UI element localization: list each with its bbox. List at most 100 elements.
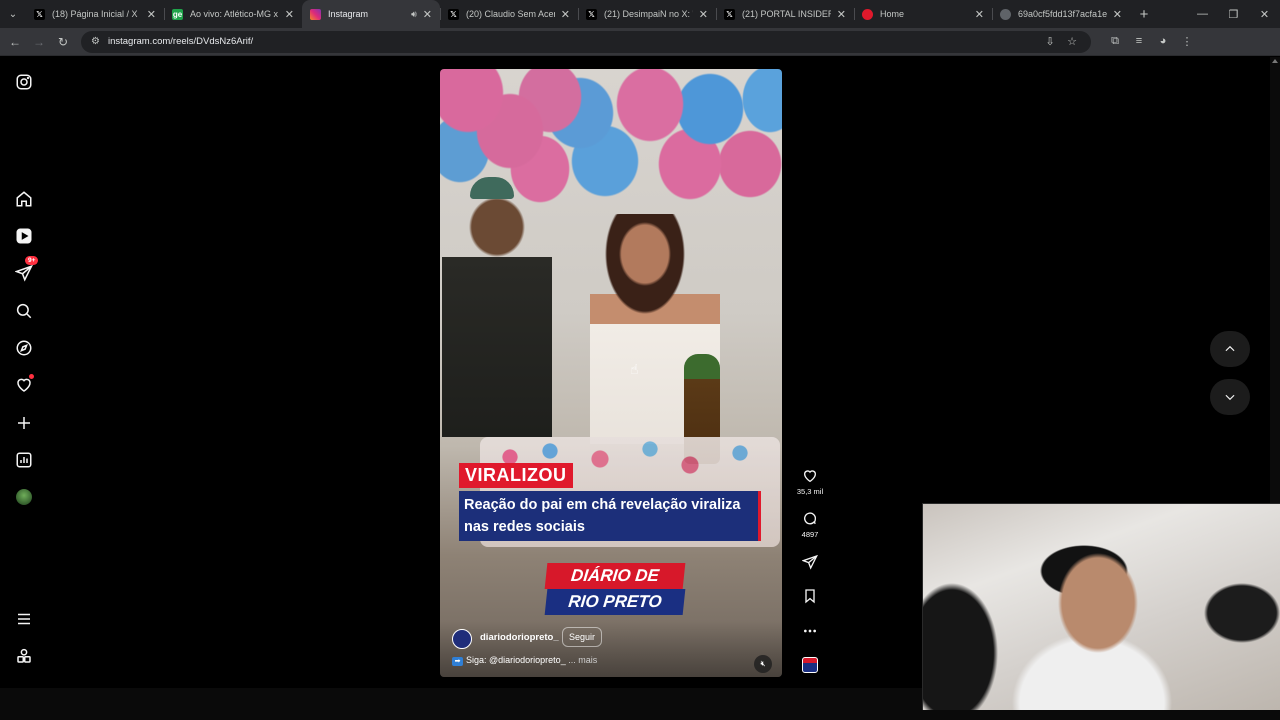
sidebar-nav: 9+ (0, 57, 48, 688)
also-from-meta-icon[interactable] (13, 645, 35, 667)
tab-label: (18) Página Inicial / X (52, 9, 138, 19)
tab-desimpain[interactable]: 𝕏 (21) DesimpaiN no X: "a n ✕ (578, 0, 716, 28)
audio-thumbnail (802, 657, 818, 673)
browser-menu-icon[interactable]: ⋮ (1175, 35, 1199, 48)
avatar (16, 489, 32, 505)
reel-video[interactable]: VIRALIZOU Reação do pai em chá revelação… (440, 69, 782, 677)
previous-reel-button[interactable] (1210, 331, 1250, 367)
search-icon[interactable] (13, 300, 35, 322)
dashboard-icon[interactable] (13, 449, 35, 471)
share-icon (802, 554, 818, 570)
notification-dot (29, 374, 34, 379)
brand-line-2: RIO PRETO (544, 589, 686, 615)
arrow-right-emoji-icon: ➡ (452, 657, 463, 666)
webcam-overlay (922, 503, 1280, 710)
comment-count: 4897 (801, 530, 819, 539)
mute-icon[interactable]: 🔇︎ (754, 655, 772, 673)
tab-home-x[interactable]: 𝕏 (18) Página Inicial / X ✕ (26, 0, 164, 28)
tab-label: Ao vivo: Atlético-MG x Int (190, 9, 279, 19)
back-button[interactable]: ← (3, 35, 27, 49)
ge-logo-icon: ge (172, 8, 183, 20)
close-icon[interactable]: ✕ (699, 8, 708, 21)
x-logo-icon: 𝕏 (448, 8, 459, 20)
tab-label: Instagram (328, 9, 369, 19)
tab-label: (21) PORTAL INSIDER no X (742, 9, 831, 19)
save-button[interactable] (790, 588, 830, 604)
window-controls: — ❐ ✕ (1187, 8, 1280, 21)
tab-hash[interactable]: 69a0cf5fdd13f7acfa1ebb ✕ (992, 0, 1130, 28)
close-icon[interactable]: ✕ (1113, 8, 1122, 21)
account-avatar[interactable] (452, 629, 472, 649)
more-options-button[interactable] (790, 623, 830, 639)
new-tab-button[interactable]: + (1130, 6, 1158, 23)
messages-badge: 9+ (25, 256, 39, 265)
x-logo-icon: 𝕏 (724, 8, 735, 20)
close-icon[interactable]: ✕ (285, 8, 294, 21)
tab-claudio[interactable]: 𝕏 (20) Claudio Sem Acento ✕ (440, 0, 578, 28)
restore-icon[interactable]: ❐ (1218, 8, 1249, 21)
close-icon[interactable]: ✕ (561, 8, 570, 21)
create-icon[interactable] (13, 412, 35, 434)
reload-button[interactable]: ↻ (51, 35, 75, 49)
globe-icon (1000, 8, 1011, 20)
address-bar[interactable]: ⚙ instagram.com/reels/DVdsNz6Arif/ ⇩ ☆ (81, 30, 1091, 53)
tab-home[interactable]: Home ✕ (854, 0, 992, 28)
home-icon[interactable] (13, 188, 35, 210)
comment-icon (804, 512, 817, 525)
tab-atletico[interactable]: ge Ao vivo: Atlético-MG x Int ✕ (164, 0, 302, 28)
account-name[interactable]: diariodoriopreto_ (480, 632, 559, 643)
tab-search-chevron-icon[interactable]: ⌄ (0, 0, 26, 28)
tab-label: Home (880, 9, 905, 19)
url-text: instagram.com/reels/DVdsNz6Arif/ (107, 36, 254, 47)
x-logo-icon: 𝕏 (586, 8, 597, 20)
x-logo-icon: 𝕏 (34, 8, 45, 20)
red-logo-icon (862, 8, 873, 20)
reels-icon[interactable] (13, 225, 35, 247)
tab-label: (20) Claudio Sem Acento (466, 9, 555, 19)
mouse-cursor-icon: ☝ (630, 361, 639, 377)
comment-button[interactable]: 4897 (790, 511, 830, 539)
tab-label: 69a0cf5fdd13f7acfa1ebb (1018, 9, 1107, 19)
explore-icon[interactable] (13, 337, 35, 359)
video-person-man (442, 187, 552, 437)
site-info-icon[interactable]: ⚙ (91, 36, 100, 47)
close-icon[interactable]: ✕ (975, 8, 984, 21)
caption-text: Siga: @diariodoriopreto_ (466, 655, 566, 665)
minimize-icon[interactable]: — (1187, 8, 1218, 21)
media-controls-icon[interactable]: ≡ (1127, 35, 1151, 48)
like-button[interactable]: 35,3 mil (790, 468, 830, 496)
heart-icon (803, 470, 817, 483)
bookmark-icon (805, 589, 815, 604)
install-app-icon[interactable]: ⇩ (1039, 35, 1061, 48)
browser-toolbar: ← → ↻ ⚙ instagram.com/reels/DVdsNz6Arif/… (0, 28, 1280, 56)
next-reel-button[interactable] (1210, 379, 1250, 415)
close-icon[interactable]: ✕ (837, 8, 846, 21)
original-audio-button[interactable] (790, 657, 830, 673)
caption-more[interactable]: ... mais (568, 655, 597, 665)
brand-logo: DIÁRIO DE RIO PRETO (544, 563, 686, 615)
tab-instagram[interactable]: Instagram 🔊︎ ✕ (302, 0, 440, 28)
notifications-icon[interactable] (13, 374, 35, 396)
viral-tag: VIRALIZOU (459, 463, 573, 488)
reel-caption[interactable]: ➡ Siga: @diariodoriopreto_ ... mais (452, 655, 597, 666)
tab-portal-insider[interactable]: 𝕏 (21) PORTAL INSIDER no X ✕ (716, 0, 854, 28)
bookmark-star-icon[interactable]: ☆ (1061, 35, 1083, 48)
profile-icon[interactable]: ◕ (1151, 35, 1175, 48)
extensions-icon[interactable]: ⧉ (1103, 35, 1127, 48)
profile-avatar[interactable] (13, 486, 35, 508)
instagram-logo-icon[interactable] (13, 71, 35, 93)
close-window-icon[interactable]: ✕ (1249, 8, 1280, 21)
follow-button[interactable]: Seguir (562, 627, 603, 647)
share-button[interactable] (790, 554, 830, 570)
reel-headline: Reação do pai em chá revelação viraliza … (459, 491, 761, 541)
menu-icon[interactable] (13, 608, 35, 630)
more-icon (804, 629, 816, 633)
close-icon[interactable]: ✕ (423, 8, 432, 21)
speaker-icon[interactable]: 🔊︎ (411, 9, 417, 20)
messages-icon[interactable]: 9+ (13, 256, 39, 284)
browser-tab-bar: ⌄ 𝕏 (18) Página Inicial / X ✕ ge Ao vivo… (0, 0, 1280, 28)
brand-line-1: DIÁRIO DE (544, 563, 686, 589)
forward-button[interactable]: → (27, 35, 51, 49)
video-cap (470, 177, 514, 199)
close-icon[interactable]: ✕ (147, 8, 156, 21)
